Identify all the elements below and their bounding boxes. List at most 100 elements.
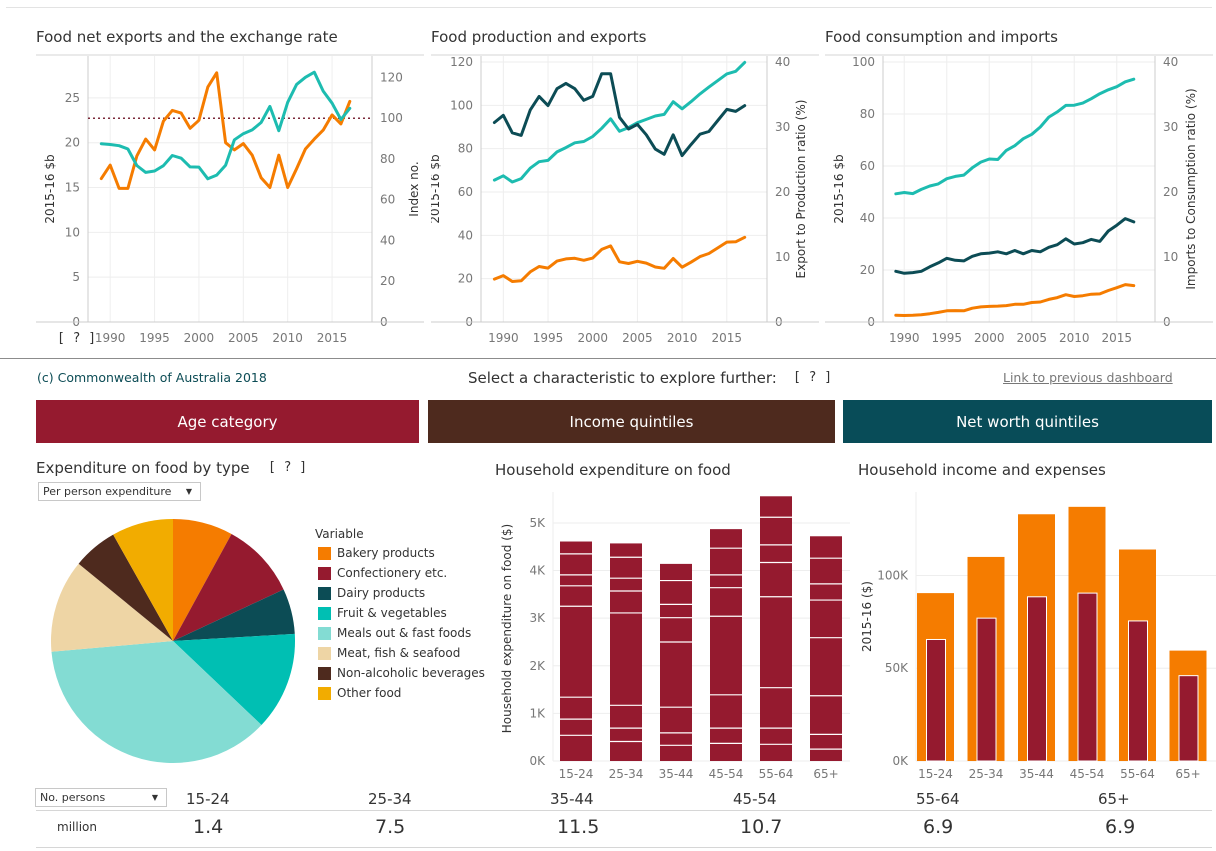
expenses-bar-15-24 xyxy=(926,638,946,762)
legend-item[interactable]: Fruit & vegetables xyxy=(315,603,485,623)
income-expenses-title: Household income and expenses xyxy=(858,461,1106,479)
legend-item[interactable]: Bakery products xyxy=(315,543,485,563)
x-tick-label: 2015 xyxy=(317,331,348,345)
x-tick-label: 1995 xyxy=(533,331,564,345)
x-tick-label: 1990 xyxy=(889,331,920,345)
x-tick-label: 2010 xyxy=(667,331,698,345)
persons-value: 11.5 xyxy=(557,816,600,838)
select-prompt: Select a characteristic to explore furth… xyxy=(468,369,777,387)
series-line-food-net-exports xyxy=(99,71,352,190)
food-type-pie-chart xyxy=(51,519,296,763)
y-tick-label: 20 xyxy=(65,136,80,150)
expenses-bar-65+ xyxy=(1178,675,1199,762)
y-axis-title: Household expenditure on food ($) xyxy=(500,524,514,733)
series-line-food-consumption xyxy=(894,77,1136,196)
x-tick-label: 35-44 xyxy=(659,767,694,781)
legend-label: Fruit & vegetables xyxy=(337,606,447,620)
bar-45-54 xyxy=(710,529,742,761)
legend-label: Other food xyxy=(337,686,402,700)
net-worth-quintiles-button[interactable]: Net worth quintiles xyxy=(843,400,1212,443)
y-tick-label: 0K xyxy=(892,754,909,768)
pie-help-button[interactable]: [ ? ] xyxy=(268,460,307,475)
y-tick-label: 4K xyxy=(529,564,546,578)
y-tick-label: 100 xyxy=(852,55,875,69)
y2-tick-label: 80 xyxy=(380,152,395,166)
legend-label: Confectionery etc. xyxy=(337,566,448,580)
y-tick-label: 120 xyxy=(450,55,473,69)
top-border xyxy=(6,7,1212,8)
consumption-imports-chart: 0204060801001990 1995 2000 2005 2010 20150102… xyxy=(825,54,1213,345)
y-tick-label: 15 xyxy=(65,181,80,195)
age-category-button[interactable]: Age category xyxy=(36,400,419,443)
y2-tick-label: 10 xyxy=(1163,250,1178,264)
persons-dropdown[interactable]: No. persons ▼ xyxy=(35,788,167,807)
legend-item[interactable]: Dairy products xyxy=(315,583,485,603)
persons-value: 7.5 xyxy=(375,816,406,838)
y2-tick-label: 30 xyxy=(775,120,790,134)
consumption-imports-title: Food consumption and imports xyxy=(825,28,1058,46)
y-tick-label: 0K xyxy=(529,754,546,768)
previous-dashboard-link[interactable]: Link to previous dashboard xyxy=(1003,370,1173,385)
persons-value: 10.7 xyxy=(740,816,783,838)
series-line-exchange-rate-index xyxy=(99,70,352,181)
legend-item[interactable]: Other food xyxy=(315,683,485,703)
y2-tick-label: 20 xyxy=(1163,185,1178,199)
expenditure-type-dropdown[interactable]: Per person expenditure ▼ xyxy=(38,482,201,501)
legend-swatch xyxy=(318,686,331,700)
x-tick-label: 2010 xyxy=(1059,331,1090,345)
select-help-button[interactable]: [ ? ] xyxy=(793,370,832,385)
chevron-down-icon: ▼ xyxy=(151,793,158,802)
x-tick-label: 65+ xyxy=(813,767,838,781)
help-button-top[interactable]: [ ? ] xyxy=(57,331,96,346)
bar-65+ xyxy=(810,536,842,761)
y-tick-label: 80 xyxy=(860,107,875,121)
persons-value: 6.9 xyxy=(923,816,954,838)
legend-swatch xyxy=(318,626,331,640)
y2-axis-title: Export to Production ratio (%) xyxy=(794,100,808,279)
legend-label: Non-alcoholic beverages xyxy=(337,666,485,680)
series-line-food-exports xyxy=(492,235,747,283)
y2-tick-label: 20 xyxy=(380,274,395,288)
legend-item[interactable]: Meat, fish & seafood xyxy=(315,643,485,663)
dropdown-value: Per person expenditure xyxy=(43,485,172,498)
x-tick-label: 1995 xyxy=(931,331,962,345)
y-tick-label: 1K xyxy=(529,706,546,720)
y-tick-label: 40 xyxy=(458,228,473,242)
x-tick-label: 2010 xyxy=(272,331,303,345)
legend-item[interactable]: Confectionery etc. xyxy=(315,563,485,583)
y-axis-title: 2015-16 $b xyxy=(43,154,57,223)
x-tick-label: 45-54 xyxy=(1070,767,1105,781)
age-column-header: 35-44 xyxy=(550,790,594,808)
legend-swatch xyxy=(318,666,331,680)
x-tick-label: 1990 xyxy=(488,331,519,345)
y2-tick-label: 40 xyxy=(1163,55,1178,69)
legend-item[interactable]: Meals out & fast foods xyxy=(315,623,485,643)
chevron-down-icon: ▼ xyxy=(185,487,192,496)
legend-item[interactable]: Non-alcoholic beverages xyxy=(315,663,485,683)
y-tick-label: 40 xyxy=(860,211,875,225)
production-exports-title: Food production and exports xyxy=(431,28,647,46)
x-tick-label: 25-34 xyxy=(609,767,644,781)
y-tick-label: 60 xyxy=(860,159,875,173)
bar-55-64 xyxy=(760,496,792,761)
household-expenditure-title: Household expenditure on food xyxy=(495,461,731,479)
x-tick-label: 65+ xyxy=(1175,767,1200,781)
x-tick-label: 25-34 xyxy=(969,767,1004,781)
y2-axis-title: Index no. xyxy=(407,161,421,216)
age-column-header: 65+ xyxy=(1098,790,1130,808)
x-tick-label: 2005 xyxy=(228,331,259,345)
persons-value: 1.4 xyxy=(193,816,224,838)
legend-swatch xyxy=(318,646,331,660)
x-tick-label: 2015 xyxy=(1101,331,1132,345)
persons-value: 6.9 xyxy=(1105,816,1136,838)
x-tick-label: 45-54 xyxy=(709,767,744,781)
y-tick-label: 10 xyxy=(65,225,80,239)
table-bottom-border xyxy=(36,847,1212,848)
y-axis-title: 2015-16 $b xyxy=(832,154,846,223)
income-quintiles-button[interactable]: Income quintiles xyxy=(428,400,835,443)
x-tick-label: 1990 xyxy=(95,331,126,345)
expenses-bar-55-64 xyxy=(1128,620,1148,762)
y2-axis-title: Imports to Consumption ratio (%) xyxy=(1184,88,1198,289)
x-tick-label: 2000 xyxy=(184,331,215,345)
series-line-food-production xyxy=(492,60,747,184)
